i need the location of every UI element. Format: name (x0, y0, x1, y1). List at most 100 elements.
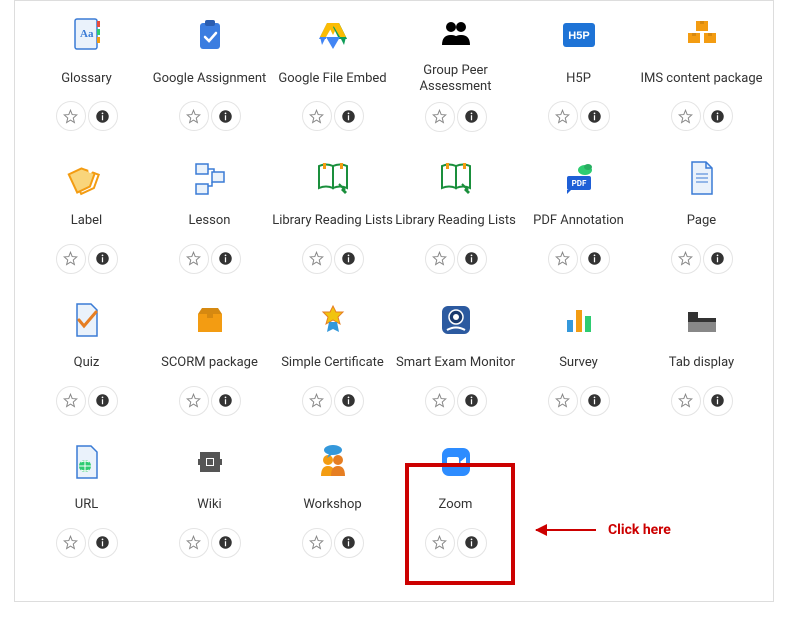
activity-glossary[interactable]: AaGlossary (25, 13, 148, 132)
star-button[interactable] (671, 244, 701, 274)
star-button[interactable] (302, 528, 332, 558)
info-button[interactable] (334, 244, 364, 274)
info-button[interactable] (457, 102, 487, 132)
info-button[interactable] (88, 528, 118, 558)
activity-url[interactable]: URL (25, 440, 148, 558)
info-button[interactable] (211, 528, 241, 558)
activity-label: Library Reading Lists (395, 206, 516, 238)
activity-label: Tab display (669, 348, 734, 380)
star-button[interactable] (302, 386, 332, 416)
info-button[interactable] (703, 386, 733, 416)
activity-wiki[interactable]: Wiki (148, 440, 271, 558)
info-button[interactable] (211, 386, 241, 416)
zoom-icon (434, 440, 478, 484)
tab-icon (680, 298, 724, 342)
star-button[interactable] (302, 101, 332, 131)
google-assignment-icon (188, 13, 232, 57)
activity-pdf-annotation[interactable]: PDFPDF Annotation (517, 156, 640, 274)
activity-actions (548, 101, 610, 131)
star-button[interactable] (179, 386, 209, 416)
info-button[interactable] (211, 101, 241, 131)
star-button[interactable] (425, 244, 455, 274)
activity-zoom[interactable]: Zoom (394, 440, 517, 558)
info-button[interactable] (580, 386, 610, 416)
activity-library-reading-lists-1[interactable]: Library Reading Lists (271, 156, 394, 274)
activity-label: Google File Embed (278, 63, 386, 95)
info-button[interactable] (88, 244, 118, 274)
activity-label: Page (687, 206, 716, 238)
star-button[interactable] (425, 102, 455, 132)
info-button[interactable] (88, 101, 118, 131)
annotation-text: Click here (608, 522, 671, 538)
star-button[interactable] (548, 386, 578, 416)
activity-actions (671, 386, 733, 416)
activity-tab-display[interactable]: Tab display (640, 298, 763, 416)
star-button[interactable] (425, 528, 455, 558)
activity-actions (56, 244, 118, 274)
info-button[interactable] (703, 101, 733, 131)
star-button[interactable] (56, 244, 86, 274)
star-button[interactable] (179, 244, 209, 274)
activity-label: Label (71, 206, 102, 238)
info-button[interactable] (457, 386, 487, 416)
activity-label: Simple Certificate (281, 348, 384, 380)
info-button[interactable] (580, 101, 610, 131)
lesson-icon (188, 156, 232, 200)
info-button[interactable] (88, 386, 118, 416)
info-button[interactable] (334, 101, 364, 131)
activity-lesson[interactable]: Lesson (148, 156, 271, 274)
activity-ims-content-package[interactable]: IMS content package (640, 13, 763, 132)
star-button[interactable] (548, 101, 578, 131)
activity-label: Glossary (61, 63, 112, 95)
star-button[interactable] (548, 244, 578, 274)
activity-actions (56, 528, 118, 558)
activity-actions (179, 386, 241, 416)
star-button[interactable] (56, 101, 86, 131)
activity-google-file-embed[interactable]: Google File Embed (271, 13, 394, 132)
star-button[interactable] (671, 386, 701, 416)
activity-group-peer-assessment[interactable]: Group Peer Assessment (394, 13, 517, 132)
activity-label: IMS content package (640, 63, 762, 95)
star-button[interactable] (671, 101, 701, 131)
star-button[interactable] (179, 528, 209, 558)
activity-smart-exam-monitor[interactable]: Smart Exam Monitor (394, 298, 517, 416)
page-icon (680, 156, 724, 200)
info-button[interactable] (334, 386, 364, 416)
star-button[interactable] (56, 386, 86, 416)
star-button[interactable] (425, 386, 455, 416)
activity-actions (302, 244, 364, 274)
svg-text:PDF: PDF (571, 179, 586, 188)
svg-text:H5P: H5P (568, 30, 589, 42)
info-button[interactable] (457, 528, 487, 558)
activity-label: SCORM package (161, 348, 258, 380)
info-button[interactable] (457, 244, 487, 274)
activity-actions (425, 244, 487, 274)
activity-scorm-package[interactable]: SCORM package (148, 298, 271, 416)
star-button[interactable] (56, 528, 86, 558)
activity-page[interactable]: Page (640, 156, 763, 274)
activity-label[interactable]: Label (25, 156, 148, 274)
star-button[interactable] (179, 101, 209, 131)
group-icon (434, 13, 478, 57)
activity-actions (671, 244, 733, 274)
activity-survey[interactable]: Survey (517, 298, 640, 416)
activity-workshop[interactable]: Workshop (271, 440, 394, 558)
wiki-icon (188, 440, 232, 484)
star-button[interactable] (302, 244, 332, 274)
url-icon (65, 440, 109, 484)
certificate-icon (311, 298, 355, 342)
info-button[interactable] (580, 244, 610, 274)
info-button[interactable] (211, 244, 241, 274)
activity-label: Quiz (74, 348, 100, 380)
scorm-icon (188, 298, 232, 342)
info-button[interactable] (703, 244, 733, 274)
info-button[interactable] (334, 528, 364, 558)
activity-label: Google Assignment (153, 63, 267, 95)
google-drive-icon (311, 13, 355, 57)
activity-google-assignment[interactable]: Google Assignment (148, 13, 271, 132)
activity-quiz[interactable]: Quiz (25, 298, 148, 416)
activity-library-reading-lists-2[interactable]: Library Reading Lists (394, 156, 517, 274)
activity-h5p[interactable]: H5PH5P (517, 13, 640, 132)
activity-simple-certificate[interactable]: Simple Certificate (271, 298, 394, 416)
click-here-annotation: Click here (536, 522, 671, 538)
